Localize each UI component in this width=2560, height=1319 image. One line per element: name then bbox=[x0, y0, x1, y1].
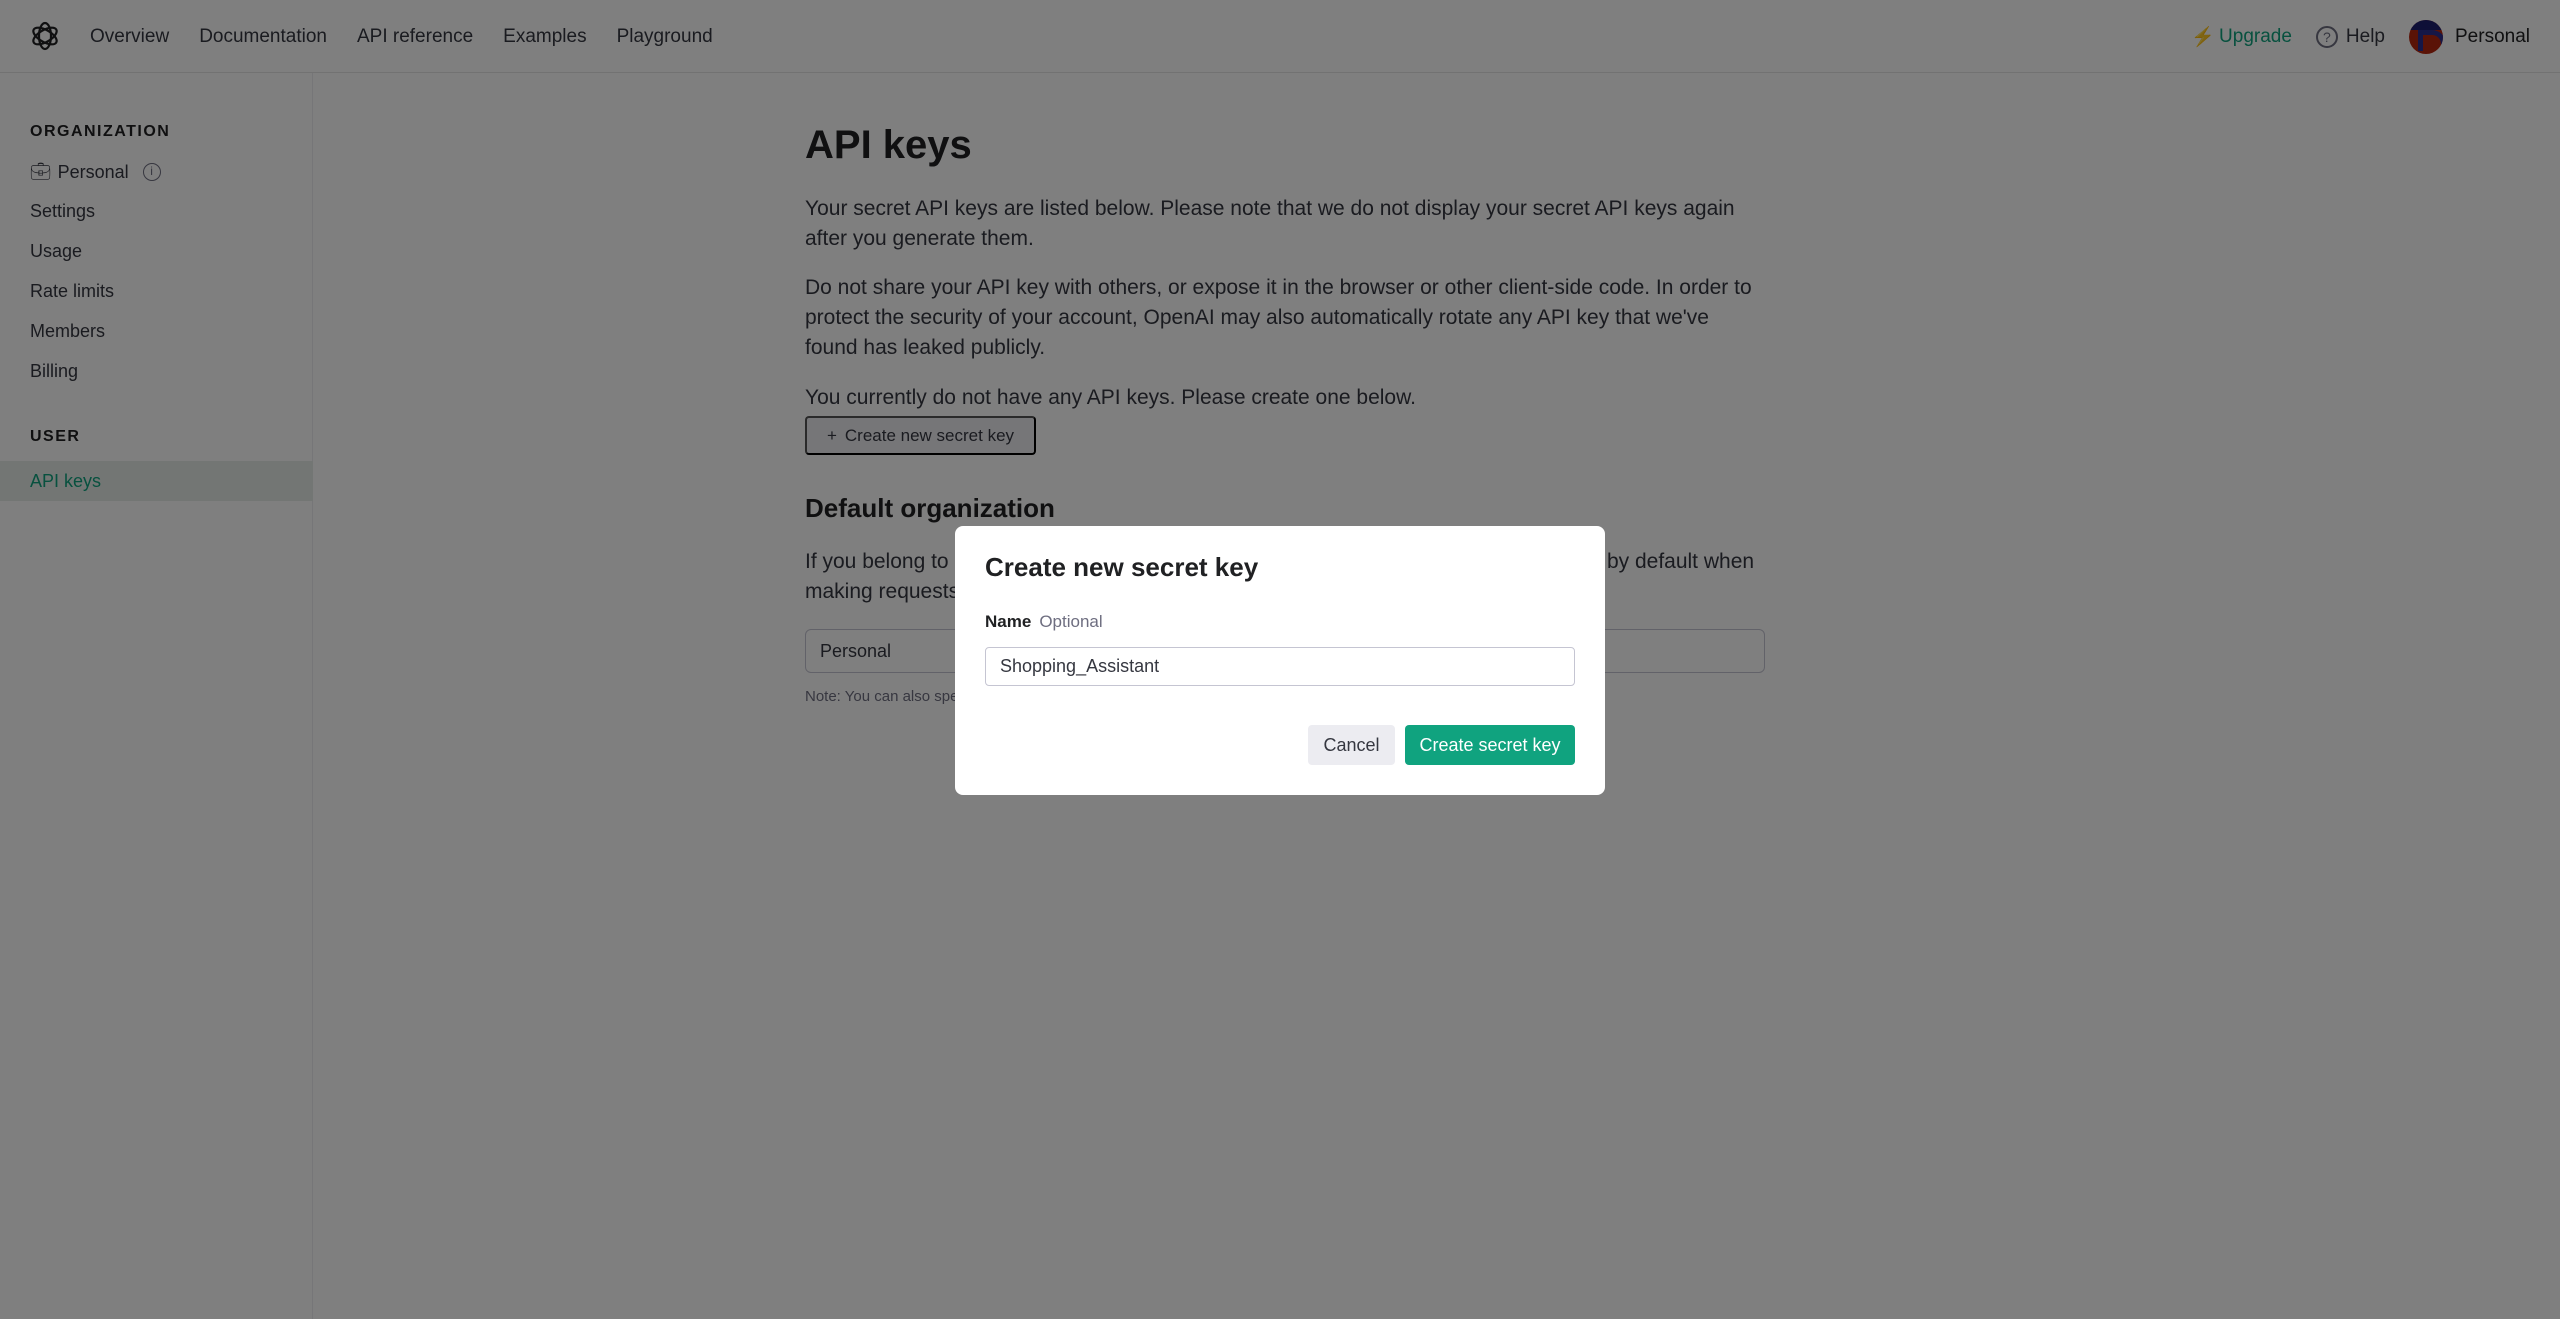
create-secret-key-button[interactable]: Create secret key bbox=[1405, 725, 1575, 765]
name-label: Name Optional bbox=[985, 612, 1103, 632]
optional-hint: Optional bbox=[1039, 612, 1103, 631]
cancel-button[interactable]: Cancel bbox=[1308, 725, 1395, 765]
key-name-input[interactable] bbox=[985, 647, 1575, 686]
dialog-title: Create new secret key bbox=[985, 552, 1259, 582]
create-key-dialog: Create new secret key Name Optional Cance… bbox=[955, 526, 1605, 795]
name-label-text: Name bbox=[985, 612, 1032, 631]
